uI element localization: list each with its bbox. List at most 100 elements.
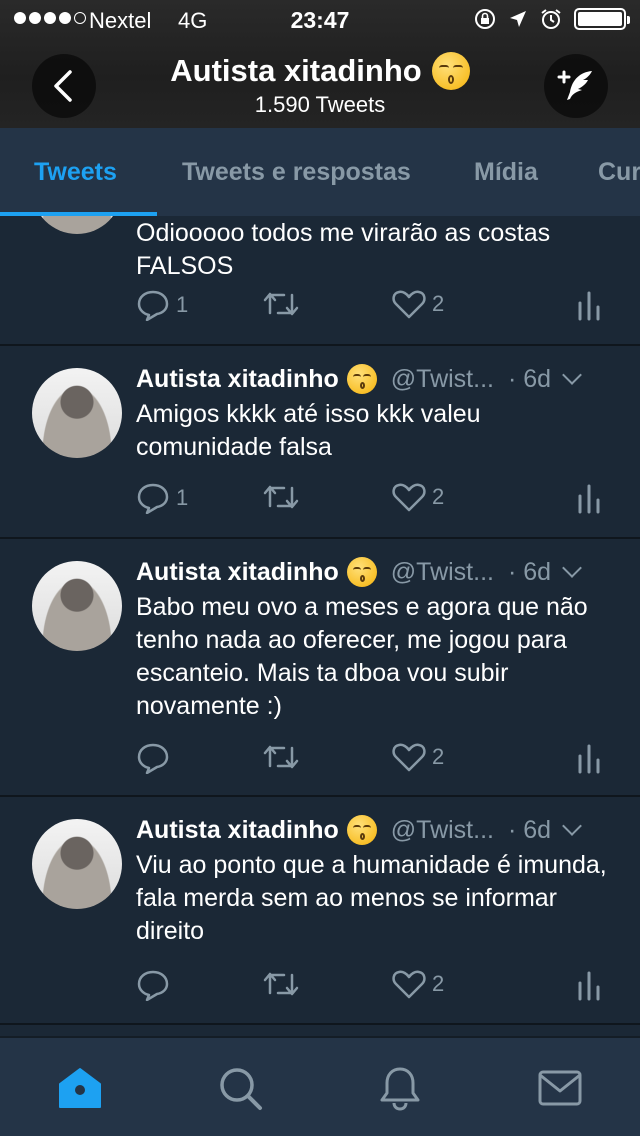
tweet-time: · 6d [507, 557, 552, 586]
reply-icon [137, 290, 169, 321]
analytics-button[interactable] [576, 289, 602, 321]
retweet-icon [263, 745, 299, 769]
messages-tab[interactable] [536, 1064, 584, 1112]
heart-icon [392, 743, 426, 772]
analytics-icon [578, 971, 600, 1001]
chevron-down-icon[interactable] [562, 816, 582, 836]
like-count: 2 [432, 971, 445, 996]
chevron-down-icon[interactable] [562, 365, 582, 385]
tab-likes[interactable]: Curtidas [598, 158, 640, 187]
author-handle[interactable]: @Twist... [391, 558, 494, 587]
like-button[interactable]: 2 [392, 742, 444, 772]
tweet-actions: 2 [136, 969, 616, 1009]
tweet-text: Amigos kkkk até isso kkk valeu comunidad… [136, 400, 481, 461]
home-tab[interactable] [56, 1064, 104, 1112]
tweet-item[interactable]: Autista xitadinho @Twist... · 6d Babo me… [0, 539, 640, 797]
tweet-time: · 6d [507, 815, 552, 844]
kissing-face-emoji-icon [346, 557, 377, 587]
tweet-text: Odiooooo todos me virarão as costas FALS… [136, 217, 616, 283]
reply-count: 1 [176, 292, 189, 317]
reply-icon [137, 743, 169, 774]
analytics-button[interactable] [576, 969, 602, 1001]
author-name[interactable]: Autista xitadinho [136, 816, 339, 845]
heart-icon [392, 970, 426, 999]
tab-tweets[interactable]: Tweets [34, 158, 117, 187]
alarm-icon [541, 9, 561, 29]
status-bar: Nextel 4G 23:47 [0, 0, 640, 40]
author-name[interactable]: Autista xitadinho [136, 558, 339, 587]
battery-icon [574, 8, 630, 30]
tweet-text-content: Odiooooo todos me virarão as costas FALS… [136, 219, 551, 280]
like-button[interactable]: 2 [392, 482, 444, 512]
tweet-item[interactable]: Autista xitadinho @Twist... · 6d Amigos … [0, 346, 640, 539]
analytics-button[interactable] [576, 742, 602, 774]
tweet-feed[interactable]: Odiooooo todos me virarão as costas FALS… [0, 216, 640, 1036]
avatar[interactable] [32, 561, 122, 651]
author-handle[interactable]: @Twist... [391, 365, 494, 394]
heart-icon [392, 483, 426, 512]
tweet-item[interactable]: Autista xitadinho @Twist... · 6d Viu ao … [0, 797, 640, 1025]
compose-feather-icon [557, 70, 592, 100]
search-tab[interactable] [216, 1064, 264, 1112]
analytics-icon [578, 744, 600, 774]
tab-media[interactable]: Mídia [474, 158, 538, 187]
author-name[interactable]: Autista xitadinho [136, 365, 339, 394]
page-title: Autista xitadinho [170, 53, 422, 88]
chevron-left-icon [54, 70, 72, 102]
tweet-time: · 6d [507, 364, 552, 393]
retweet-icon [263, 485, 299, 509]
tweet-actions: 1 2 [136, 482, 616, 522]
kissing-face-emoji-icon [346, 364, 377, 394]
location-arrow-icon [510, 11, 526, 27]
profile-tabs: Tweets Tweets e respostas Mídia Curtidas [0, 128, 640, 216]
retweet-button[interactable] [262, 482, 300, 512]
tweet-actions: 1 2 [136, 289, 616, 329]
profile-title: Autista xitadinho 1.590 Tweets [110, 52, 530, 118]
chevron-down-icon[interactable] [562, 558, 582, 578]
back-button[interactable] [32, 54, 96, 118]
reply-icon [137, 970, 169, 1001]
notifications-icon [380, 1067, 420, 1111]
retweet-button[interactable] [262, 289, 300, 319]
compose-tweet-button[interactable] [544, 54, 608, 118]
home-icon [59, 1068, 101, 1108]
author-handle[interactable]: @Twist... [391, 816, 494, 845]
analytics-icon [578, 291, 600, 321]
like-button[interactable]: 2 [392, 969, 444, 999]
orientation-lock-icon [475, 9, 495, 29]
reply-button[interactable]: 1 [136, 289, 188, 321]
bottom-tab-bar [0, 1036, 640, 1136]
search-icon [220, 1068, 262, 1110]
avatar[interactable] [32, 216, 122, 234]
tweet-actions: 2 [136, 742, 616, 782]
retweet-icon [263, 292, 299, 316]
tweet-item[interactable]: Odiooooo todos me virarão as costas FALS… [0, 216, 640, 346]
retweet-button[interactable] [262, 742, 300, 772]
like-count: 2 [432, 744, 445, 769]
heart-icon [392, 290, 426, 319]
tweet-text: Babo meu ovo a meses e agora que não ten… [136, 593, 588, 720]
tweet-header: Autista xitadinho @Twist... · 6d [136, 815, 616, 845]
avatar[interactable] [32, 368, 122, 458]
reply-button[interactable]: 1 [136, 482, 188, 514]
kissing-face-emoji-icon [431, 52, 470, 90]
analytics-icon [578, 484, 600, 514]
notifications-tab[interactable] [376, 1064, 424, 1112]
like-count: 2 [432, 291, 445, 316]
like-count: 2 [432, 484, 445, 509]
tweet-header: Autista xitadinho @Twist... · 6d [136, 364, 616, 394]
kissing-face-emoji-icon [346, 815, 377, 845]
tweet-header: Autista xitadinho @Twist... · 6d [136, 557, 616, 587]
avatar[interactable] [32, 819, 122, 909]
analytics-button[interactable] [576, 482, 602, 514]
reply-icon [137, 483, 169, 514]
status-icons [474, 8, 630, 30]
tab-tweets-and-replies[interactable]: Tweets e respostas [182, 158, 411, 187]
like-button[interactable]: 2 [392, 289, 444, 319]
messages-icon [538, 1070, 582, 1106]
tweet-text: Viu ao ponto que a humanidade é imunda, … [136, 851, 607, 945]
reply-button[interactable] [136, 742, 176, 774]
reply-button[interactable] [136, 969, 176, 1001]
tweet-count: 1.590 Tweets [254, 92, 386, 117]
retweet-button[interactable] [262, 969, 300, 999]
